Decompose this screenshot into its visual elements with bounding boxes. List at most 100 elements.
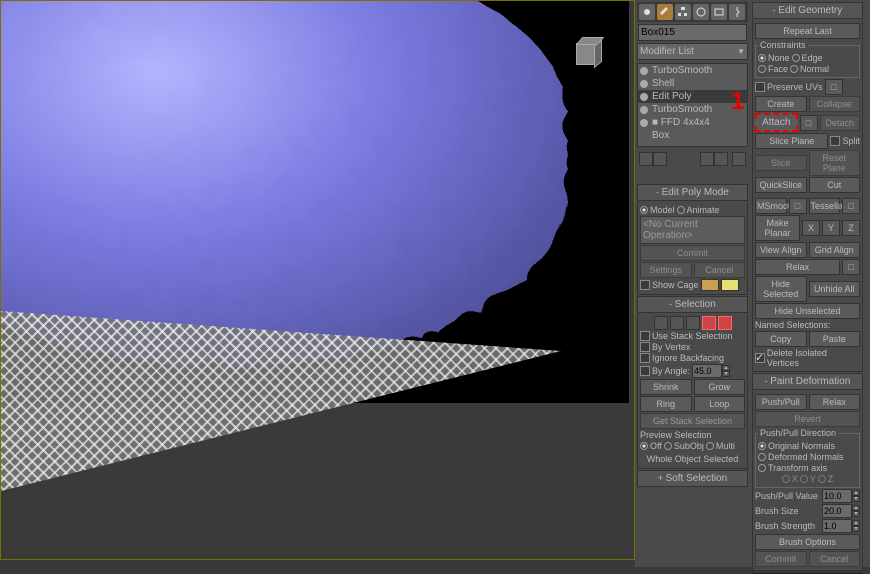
hierarchy-tab-icon[interactable]	[675, 4, 691, 20]
deformed-normals-radio[interactable]	[758, 453, 766, 461]
remove-mod-icon[interactable]	[714, 152, 728, 166]
border-mode-icon[interactable]	[686, 316, 700, 330]
edit-poly-mode-rollout[interactable]: - Edit Poly Mode	[637, 184, 748, 201]
msmooth-settings[interactable]: □	[789, 198, 807, 214]
make-planar-button[interactable]: Make Planar	[755, 215, 800, 241]
attach-button[interactable]: Attach 1	[755, 113, 798, 132]
viewport[interactable]	[0, 0, 635, 560]
split-check[interactable]	[830, 136, 840, 146]
repeat-last-button[interactable]: Repeat Last	[755, 23, 860, 39]
paint-deformation-rollout[interactable]: - Paint Deformation	[752, 373, 863, 390]
cancel-button[interactable]: Cancel	[694, 262, 746, 278]
relax-button[interactable]: Relax	[755, 259, 840, 275]
axis-z[interactable]	[818, 475, 826, 483]
preview-off-radio[interactable]	[640, 442, 648, 450]
planar-x-button[interactable]: X	[802, 220, 820, 236]
make-unique-icon[interactable]	[700, 152, 714, 166]
constraint-normal-radio[interactable]	[790, 65, 798, 73]
edit-geometry-rollout[interactable]: - Edit Geometry	[752, 2, 863, 19]
viewcube[interactable]	[572, 39, 602, 69]
settings-button[interactable]: Settings	[640, 262, 692, 278]
preserve-uvs-check[interactable]	[755, 82, 765, 92]
hide-unselected-button[interactable]: Hide Unselected	[755, 303, 860, 319]
tessellate-settings[interactable]: □	[842, 198, 860, 214]
constraint-edge-radio[interactable]	[792, 54, 800, 62]
paste-named-button[interactable]: Paste	[809, 331, 861, 347]
delete-iso-check[interactable]	[755, 353, 765, 363]
create-tab-icon[interactable]	[639, 4, 655, 20]
quickslice-button[interactable]: QuickSlice	[755, 177, 807, 193]
pushpull-value-input[interactable]	[822, 489, 852, 503]
relax-settings[interactable]: □	[842, 259, 860, 275]
by-vertex-check[interactable]	[640, 342, 650, 352]
grow-button[interactable]: Grow	[694, 379, 746, 395]
collapse-button[interactable]: Collapse	[809, 96, 861, 112]
detach-button[interactable]: Detach	[820, 115, 861, 131]
constraint-face-radio[interactable]	[758, 65, 766, 73]
selection-rollout[interactable]: - Selection	[637, 296, 748, 313]
brush-strength-input[interactable]	[822, 519, 852, 533]
paint-commit-button[interactable]: Commit	[755, 551, 807, 567]
axis-y[interactable]	[800, 475, 808, 483]
motion-tab-icon[interactable]	[693, 4, 709, 20]
object-name-field[interactable]: Box015	[638, 24, 747, 41]
transform-axis-radio[interactable]	[758, 464, 766, 472]
animate-radio[interactable]	[677, 206, 685, 214]
show-cage-check[interactable]	[640, 280, 650, 290]
copy-named-button[interactable]: Copy	[755, 331, 807, 347]
edge-mode-icon[interactable]	[670, 316, 684, 330]
axis-x[interactable]	[782, 475, 790, 483]
cage-color-2[interactable]	[721, 279, 739, 291]
angle-input[interactable]	[692, 364, 722, 378]
orig-normals-radio[interactable]	[758, 442, 766, 450]
preview-multi-radio[interactable]	[706, 442, 714, 450]
pin-stack-icon[interactable]	[639, 152, 653, 166]
display-tab-icon[interactable]	[711, 4, 727, 20]
loop-button[interactable]: Loop	[694, 396, 746, 412]
stack-item: Shell	[638, 77, 747, 90]
element-mode-icon[interactable]	[718, 316, 732, 330]
attach-list-button[interactable]: □	[800, 115, 818, 131]
relax-paint-button[interactable]: Relax	[809, 394, 861, 410]
revert-button[interactable]: Revert	[755, 411, 860, 427]
preserve-uvs-settings[interactable]: □	[825, 79, 843, 95]
modify-tab-icon[interactable]	[657, 4, 673, 20]
hide-selected-button[interactable]: Hide Selected	[755, 276, 807, 302]
slice-button[interactable]: Slice	[755, 155, 807, 171]
show-end-icon[interactable]	[653, 152, 667, 166]
commit-button[interactable]: Commit	[640, 245, 745, 261]
create-button[interactable]: Create	[755, 96, 807, 112]
preview-subobj-radio[interactable]	[664, 442, 672, 450]
poly-mode-icon[interactable]	[702, 316, 716, 330]
tessellate-button[interactable]: Tessellate	[809, 198, 841, 214]
slice-plane-button[interactable]: Slice Plane	[755, 133, 828, 149]
use-stack-check[interactable]	[640, 331, 650, 341]
utilities-tab-icon[interactable]	[729, 4, 745, 20]
cut-button[interactable]: Cut	[809, 177, 861, 193]
shrink-button[interactable]: Shrink	[640, 379, 692, 395]
by-angle-check[interactable]	[640, 366, 650, 376]
unhide-all-button[interactable]: Unhide All	[809, 281, 861, 297]
planar-z-button[interactable]: Z	[842, 220, 860, 236]
model-radio[interactable]	[640, 206, 648, 214]
paint-cancel-button[interactable]: Cancel	[809, 551, 861, 567]
brush-options-button[interactable]: Brush Options	[755, 534, 860, 550]
reset-plane-button[interactable]: Reset Plane	[809, 150, 861, 176]
pushpull-button[interactable]: Push/Pull	[755, 394, 807, 410]
ignore-backfacing-check[interactable]	[640, 353, 650, 363]
cage-color-1[interactable]	[701, 279, 719, 291]
msmooth-button[interactable]: MSmooth	[755, 198, 787, 214]
view-align-button[interactable]: View Align	[755, 242, 807, 258]
soft-selection-rollout[interactable]: + Soft Selection	[637, 470, 748, 487]
grid-align-button[interactable]: Grid Align	[809, 242, 861, 258]
get-stack-sel-button[interactable]: Get Stack Selection	[640, 413, 745, 429]
modifier-list-dropdown[interactable]: Modifier List ▼	[637, 43, 748, 60]
modifier-stack[interactable]: TurboSmooth Shell Edit Poly TurboSmooth …	[637, 63, 748, 147]
configure-sets-icon[interactable]	[732, 152, 746, 166]
vertex-mode-icon[interactable]	[654, 316, 668, 330]
constraint-none-radio[interactable]	[758, 54, 766, 62]
brush-size-input[interactable]	[822, 504, 852, 518]
stack-toolbar	[637, 150, 748, 168]
planar-y-button[interactable]: Y	[822, 220, 840, 236]
ring-button[interactable]: Ring	[640, 396, 692, 412]
